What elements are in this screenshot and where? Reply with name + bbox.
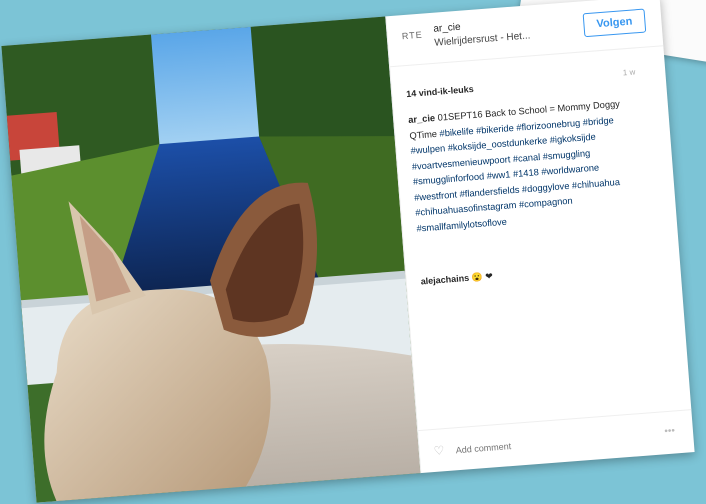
comment-text: 😮 ❤ bbox=[471, 270, 494, 283]
comment-row: alejachains 😮 ❤ bbox=[420, 271, 493, 288]
add-comment-bar: ♡ ••• bbox=[418, 409, 695, 474]
post-header: RTE ar_cie Wielrijdersrust - Het... Volg… bbox=[386, 0, 664, 68]
comment-username[interactable]: alejachains bbox=[420, 273, 469, 287]
post-photo bbox=[1, 16, 421, 503]
caption-hashtags[interactable]: #bikelife #bikeride #florizoonebrug #bri… bbox=[410, 115, 620, 233]
add-comment-input[interactable] bbox=[453, 426, 638, 461]
caption-username[interactable]: ar_cie bbox=[408, 113, 436, 125]
photo-illustration bbox=[1, 16, 421, 502]
username-link[interactable]: ar_cie bbox=[433, 22, 461, 35]
avatar[interactable]: RTE bbox=[401, 30, 424, 48]
post-sidebar: RTE ar_cie Wielrijdersrust - Het... Volg… bbox=[385, 0, 695, 474]
likes-count[interactable]: 14 vind-ik-leuks bbox=[406, 84, 474, 99]
instagram-post-card: RTE ar_cie Wielrijdersrust - Het... Volg… bbox=[1, 0, 695, 503]
post-time: 1 w bbox=[622, 67, 636, 78]
heart-icon[interactable]: ♡ bbox=[433, 443, 445, 458]
follow-button[interactable]: Volgen bbox=[582, 8, 647, 38]
more-options-icon[interactable]: ••• bbox=[664, 425, 675, 437]
post-caption: ar_cie 01SEPT16 Back to School = Mommy D… bbox=[408, 96, 642, 237]
